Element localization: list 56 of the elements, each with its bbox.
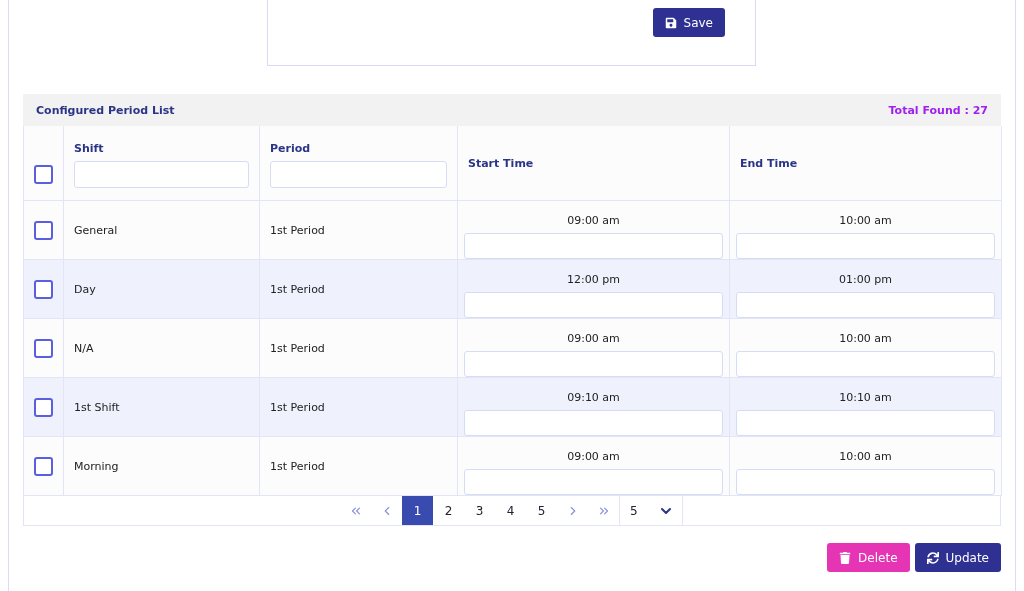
- page-size-select[interactable]: 5: [619, 496, 683, 525]
- select-all-checkbox[interactable]: [34, 165, 53, 184]
- time-field[interactable]: [464, 469, 723, 495]
- time-field[interactable]: [464, 292, 723, 318]
- delete-button[interactable]: Delete: [827, 543, 910, 572]
- filter-field[interactable]: [74, 161, 249, 188]
- table-cell: 10:00 am: [839, 214, 892, 228]
- table-cell: 1st Period: [270, 341, 325, 355]
- trash-icon: [839, 551, 852, 564]
- page-button[interactable]: 1: [402, 496, 433, 525]
- row-checkbox[interactable]: [34, 338, 53, 358]
- time-field[interactable]: [736, 469, 995, 495]
- page-button[interactable]: 5: [526, 496, 557, 525]
- table-cell: 1st Period: [270, 459, 325, 473]
- table-cell: 12:00 pm: [567, 273, 620, 287]
- table-cell: Day: [74, 282, 96, 296]
- table-cell: 09:10 am: [567, 391, 620, 405]
- filter-field[interactable]: [270, 161, 447, 188]
- list-title: Configured Period List: [36, 103, 175, 117]
- page-button[interactable]: 3: [464, 496, 495, 525]
- table-cell: 1st Period: [270, 282, 325, 296]
- row-checkbox[interactable]: [34, 456, 53, 476]
- table-cell: N/A: [74, 341, 94, 355]
- total-count: Total Found : 27: [888, 103, 988, 117]
- save-icon: [664, 16, 677, 29]
- page-button[interactable]: 4: [495, 496, 526, 525]
- refresh-icon: [926, 551, 939, 564]
- time-field[interactable]: [736, 351, 995, 377]
- time-field[interactable]: [736, 233, 995, 259]
- column-header: Period: [270, 142, 311, 155]
- update-button[interactable]: Update: [914, 543, 1001, 572]
- time-field[interactable]: [464, 351, 723, 377]
- time-field[interactable]: [464, 233, 723, 259]
- table-cell: 1st Period: [270, 223, 325, 237]
- page-button[interactable]: 2: [433, 496, 464, 525]
- table-cell: 10:10 am: [839, 391, 892, 405]
- time-field[interactable]: [736, 410, 995, 436]
- save-button[interactable]: Save: [652, 8, 725, 37]
- time-field[interactable]: [736, 292, 995, 318]
- table-cell: General: [74, 223, 118, 237]
- table-cell: 1st Period: [270, 400, 325, 414]
- row-checkbox[interactable]: [34, 279, 53, 299]
- column-header: Shift: [74, 142, 104, 155]
- table-cell: 09:00 am: [567, 214, 620, 228]
- table-cell: Morning: [74, 459, 119, 473]
- column-header: Start Time: [468, 156, 534, 170]
- table-cell: 09:00 am: [567, 332, 620, 346]
- column-header: End Time: [740, 156, 798, 170]
- table-cell: 10:00 am: [839, 450, 892, 464]
- row-checkbox[interactable]: [34, 220, 53, 240]
- time-field[interactable]: [464, 410, 723, 436]
- table-cell: 09:00 am: [567, 450, 620, 464]
- table-cell: 01:00 pm: [839, 273, 892, 287]
- row-checkbox[interactable]: [34, 397, 53, 417]
- table-cell: 10:00 am: [839, 332, 892, 346]
- table-cell: 1st Shift: [74, 400, 120, 414]
